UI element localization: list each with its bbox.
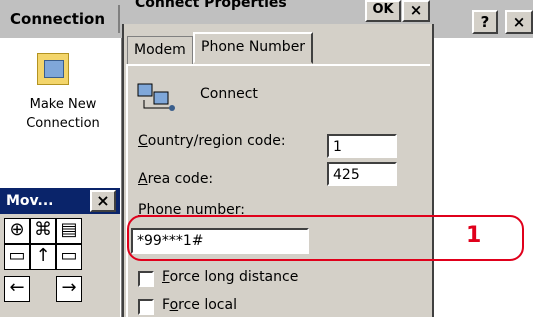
force-local-checkbox[interactable] [138, 299, 154, 315]
mouse-icon[interactable]: ⌘ [30, 218, 56, 244]
force-long-distance-checkbox[interactable] [138, 271, 154, 287]
background-close-button[interactable]: × [505, 10, 533, 34]
callout-number: 1 [466, 223, 482, 248]
window-right-icon[interactable]: ▭ [56, 244, 82, 270]
phone-connection-icon [137, 83, 175, 111]
country-region-code-label: Country/region code: [138, 133, 286, 149]
area-code-label: Area code: [138, 171, 214, 187]
country-region-code-field[interactable]: 1 [327, 134, 397, 158]
force-long-distance-label[interactable]: Force long distance [162, 269, 298, 285]
background-window-title: Connection [0, 5, 120, 33]
arrow-up-icon[interactable]: ↑ [30, 244, 56, 270]
callout-highlight [127, 215, 524, 261]
make-new-connection-icon[interactable] [37, 53, 69, 85]
connection-name-label: Connect [200, 86, 258, 102]
window-left-icon[interactable]: ▭ [4, 244, 30, 270]
tab-phone-number[interactable]: Phone Number [193, 32, 314, 64]
input-panel-keypad: ⊕ ⌘ ▤ ▭ ↑ ▭ ← → [0, 214, 120, 317]
arrow-left-icon[interactable]: ← [4, 276, 30, 302]
arrow-right-icon[interactable]: → [56, 276, 82, 302]
make-new-connection-label[interactable]: Make New Connection [8, 95, 118, 133]
dialog-title: Connect Properties [135, 0, 287, 11]
dialog-close-button[interactable]: × [402, 0, 430, 22]
tab-modem[interactable]: Modem [127, 36, 193, 64]
help-button[interactable]: ? [472, 10, 498, 34]
area-code-field[interactable]: 425 [327, 162, 397, 186]
keyboard-icon[interactable]: ▤ [56, 218, 82, 244]
force-local-label[interactable]: Force local [162, 297, 237, 313]
input-panel-close-button[interactable]: × [90, 190, 116, 212]
move-crosshair-icon[interactable]: ⊕ [4, 218, 30, 244]
ok-button[interactable]: OK [365, 0, 401, 22]
